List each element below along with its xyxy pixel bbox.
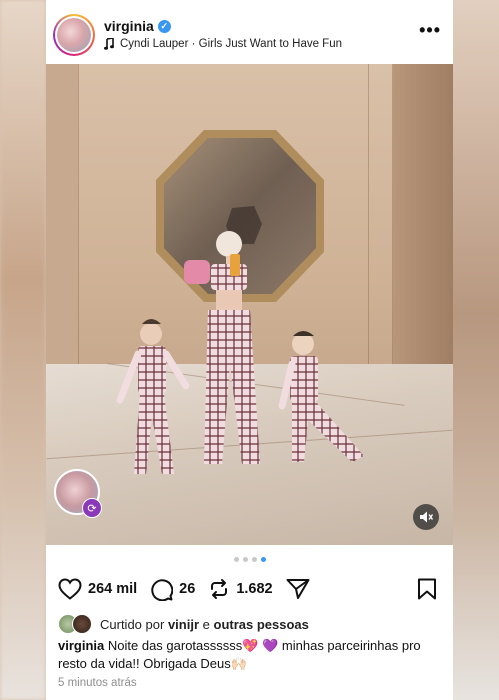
repost-icon bbox=[211, 579, 228, 599]
background-right bbox=[453, 0, 499, 700]
caption-emoji-3: 🙌🏻 bbox=[230, 656, 247, 671]
comment-button[interactable]: 26 bbox=[150, 578, 195, 601]
carousel-dot bbox=[233, 557, 239, 562]
share-button[interactable] bbox=[286, 578, 310, 600]
repost-button[interactable]: 1.682 bbox=[208, 578, 273, 600]
comment-icon bbox=[151, 578, 174, 601]
heart-icon bbox=[58, 578, 82, 600]
speaker-muted-icon[interactable] bbox=[413, 504, 439, 530]
carousel-indicator bbox=[46, 557, 453, 562]
profile-avatar[interactable] bbox=[53, 14, 95, 56]
repost-count: 1.682 bbox=[236, 581, 273, 597]
bookmark-icon bbox=[418, 578, 436, 600]
more-options-icon[interactable]: ••• bbox=[419, 21, 441, 39]
remix-icon[interactable]: ⟳ bbox=[82, 498, 102, 518]
post-actions: 264 mil 26 1.682 bbox=[58, 576, 323, 602]
liked-by-others[interactable]: outras pessoas bbox=[214, 617, 309, 632]
background-left bbox=[0, 0, 46, 700]
liked-by-row[interactable]: Curtido por vinijr e outras pessoas bbox=[58, 614, 309, 634]
liked-by-user[interactable]: vinijr bbox=[168, 617, 199, 632]
username-row: virginia ✓ bbox=[104, 18, 171, 34]
like-count: 264 mil bbox=[88, 581, 138, 597]
username-link[interactable]: virginia bbox=[104, 18, 154, 34]
caption-emoji-2: 💜 bbox=[262, 638, 279, 653]
carousel-dot-active bbox=[260, 557, 266, 562]
photo-people bbox=[116, 231, 364, 474]
liked-by-joiner: e bbox=[202, 616, 210, 632]
audio-track[interactable]: Cyndi Lauper · Girls Just Want to Have F… bbox=[104, 38, 342, 50]
carousel-dot bbox=[242, 557, 248, 562]
post-caption: virginia Noite das garotassssss💖 💜 minha… bbox=[58, 637, 443, 673]
instagram-post-card: virginia ✓ Cyndi Lauper · Girls Just Wan… bbox=[46, 0, 453, 700]
liker-avatars bbox=[58, 614, 92, 634]
liker-avatar bbox=[72, 614, 92, 634]
save-button[interactable] bbox=[417, 578, 437, 605]
post-header: virginia ✓ Cyndi Lauper · Girls Just Wan… bbox=[46, 0, 453, 64]
post-timestamp: 5 minutos atrás bbox=[58, 677, 137, 689]
liked-by-prefix: Curtido por bbox=[100, 616, 165, 632]
caption-text-1: Noite das garotassssss bbox=[107, 638, 243, 653]
send-icon bbox=[286, 579, 310, 599]
caption-author[interactable]: virginia bbox=[58, 638, 104, 653]
comment-count: 26 bbox=[179, 581, 196, 597]
verified-badge-icon: ✓ bbox=[157, 19, 171, 33]
caption-emoji-1: 💖 bbox=[242, 638, 259, 653]
carousel-dot bbox=[251, 557, 257, 562]
like-button[interactable]: 264 mil bbox=[58, 578, 137, 600]
music-note-icon bbox=[104, 38, 114, 50]
audio-track-label: Cyndi Lauper · Girls Just Want to Have F… bbox=[120, 38, 342, 50]
post-media[interactable]: ⟳ bbox=[46, 64, 453, 545]
